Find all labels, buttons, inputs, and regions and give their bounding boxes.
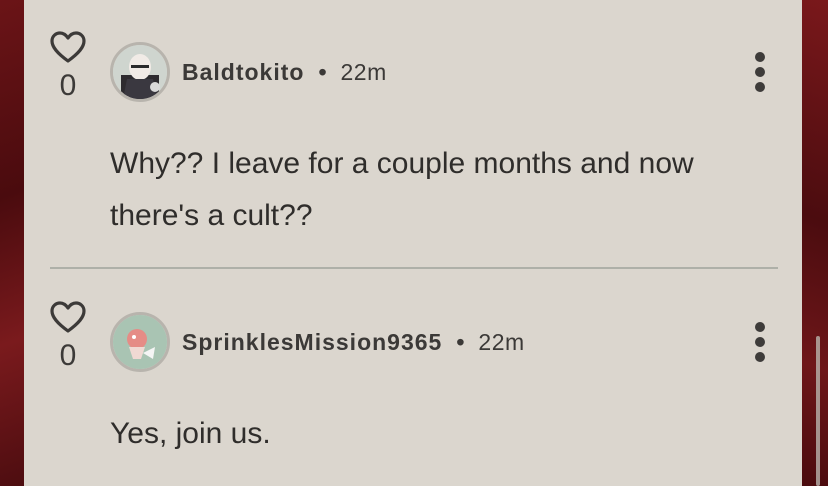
more-options-icon-dot [755, 352, 765, 362]
background-left [0, 0, 24, 486]
comment-meta: SprinklesMission9365 • 22m [182, 312, 525, 372]
background-right [802, 0, 828, 486]
heart-icon[interactable] [49, 30, 87, 64]
comment-item: 0 SprinklesMission9365 • 22m Yes, join u… [24, 270, 802, 486]
comment-body: Yes, join us. [110, 417, 271, 450]
separator-dot: • [456, 328, 465, 355]
vote-control: 0 [48, 30, 88, 102]
more-options-icon-dot [755, 337, 765, 347]
comment-item: 0 Baldtokito • 22m Why?? I leave for a c… [24, 0, 802, 270]
divider [50, 267, 778, 269]
username-link[interactable]: Baldtokito [182, 59, 304, 86]
avatar[interactable] [110, 312, 170, 372]
more-options-icon-dot [755, 82, 765, 92]
vote-count: 0 [59, 69, 77, 102]
comment-meta: Baldtokito • 22m [182, 42, 387, 102]
vote-control: 0 [48, 300, 88, 372]
timestamp: 22m [478, 328, 525, 355]
more-options-button[interactable] [748, 42, 772, 102]
comment-body: Why?? I leave for a couple months and no… [110, 147, 694, 232]
separator-dot: • [318, 58, 327, 85]
more-options-icon-dot [755, 67, 765, 77]
heart-icon[interactable] [49, 300, 87, 334]
more-options-icon [755, 52, 765, 62]
scrollbar[interactable] [816, 336, 820, 486]
avatar[interactable] [110, 42, 170, 102]
avatar-image [113, 315, 167, 369]
username-link[interactable]: SprinklesMission9365 [182, 329, 442, 356]
more-options-icon [755, 322, 765, 332]
timestamp: 22m [340, 58, 387, 85]
vote-count: 0 [59, 339, 77, 372]
comment-thread: 0 Baldtokito • 22m Why?? I leave for a c… [24, 0, 802, 486]
avatar-image [113, 45, 167, 99]
more-options-button[interactable] [748, 312, 772, 372]
